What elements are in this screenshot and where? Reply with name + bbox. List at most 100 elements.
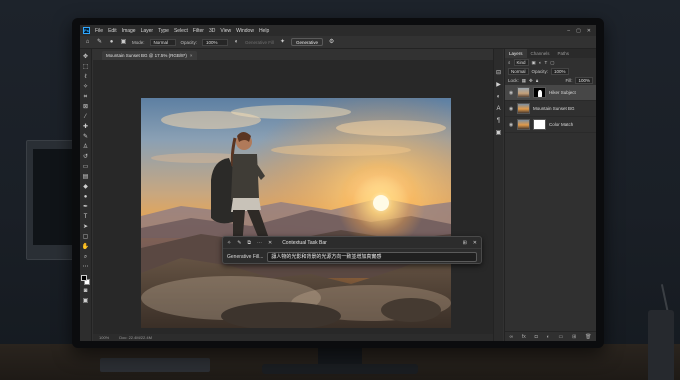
blend-mode-select[interactable]: Normal bbox=[508, 68, 529, 75]
trash-icon[interactable]: 🗑︎ bbox=[585, 334, 591, 340]
lock-position-icon[interactable]: ✥ bbox=[529, 78, 533, 84]
blur-tool-icon[interactable]: ◆ bbox=[82, 183, 90, 191]
color-swatches[interactable] bbox=[81, 275, 90, 285]
filter-kind-select[interactable]: Kind bbox=[513, 59, 529, 66]
menu-file[interactable]: File bbox=[95, 28, 103, 34]
marquee-tool-icon[interactable]: ⬚ bbox=[82, 63, 90, 71]
menu-select[interactable]: Select bbox=[174, 28, 188, 34]
layer-row-mountain-sunset[interactable]: ◉ Mountain Sunset BG bbox=[505, 101, 596, 117]
menu-help[interactable]: Help bbox=[259, 28, 269, 34]
fill-select[interactable]: 100% bbox=[575, 77, 593, 84]
layer-name[interactable]: Mountain Sunset BG bbox=[533, 106, 575, 111]
document-tab[interactable]: Mountain Sunset BG @ 17.5% (RGB/8*) × bbox=[102, 51, 197, 60]
foreground-color[interactable] bbox=[81, 275, 87, 281]
more-options-icon[interactable]: ⋯ bbox=[257, 240, 262, 246]
document-area[interactable] bbox=[93, 60, 503, 334]
filter-pixel-icon[interactable]: ▣ bbox=[532, 60, 536, 66]
gradient-tool-icon[interactable]: ▤ bbox=[82, 173, 90, 181]
copy-icon[interactable]: ⧉ bbox=[247, 240, 251, 246]
lock-all-icon[interactable]: 🔒︎ bbox=[536, 78, 538, 83]
pressure-icon[interactable]: ◐ bbox=[233, 39, 240, 46]
tab-paths[interactable]: Paths bbox=[554, 49, 574, 58]
menu-filter[interactable]: Filter bbox=[193, 28, 204, 34]
screen-mode-icon[interactable]: ▣ bbox=[82, 297, 90, 305]
type-tool-icon[interactable]: T bbox=[82, 213, 90, 221]
history-brush-icon[interactable]: ↺ bbox=[82, 153, 90, 161]
quick-mask-icon[interactable]: ◙ bbox=[82, 287, 90, 295]
play-actions-icon[interactable]: ▶ bbox=[495, 81, 503, 89]
layer-name[interactable]: Color Match bbox=[549, 122, 573, 127]
opacity-select[interactable]: 100% bbox=[202, 38, 229, 46]
airbrush-icon[interactable]: ✦ bbox=[279, 39, 286, 46]
move-tool-icon[interactable]: ✥ bbox=[82, 53, 90, 61]
brush-settings-icon[interactable]: ▣ bbox=[120, 39, 127, 46]
zoom-tool-icon[interactable]: ⌕ bbox=[82, 253, 90, 261]
menu-type[interactable]: Type bbox=[158, 28, 169, 34]
fx-icon[interactable]: fx bbox=[522, 334, 526, 340]
quick-select-tool-icon[interactable]: ✧ bbox=[82, 83, 90, 91]
layer-name[interactable]: Hiker Subject bbox=[549, 90, 576, 95]
visibility-eye-icon[interactable]: ◉ bbox=[508, 90, 514, 96]
history-panel-icon[interactable]: ⊟ bbox=[495, 69, 503, 77]
home-icon[interactable]: ⌂ bbox=[84, 39, 91, 46]
dodge-tool-icon[interactable]: ● bbox=[82, 193, 90, 201]
brush-tool-icon-left[interactable]: ✎ bbox=[82, 133, 90, 141]
shape-tool-icon[interactable]: ▢ bbox=[82, 233, 90, 241]
close-context-icon[interactable]: ✕ bbox=[473, 240, 477, 246]
brush-tool-icon[interactable]: ✎ bbox=[96, 39, 103, 46]
layer-opacity-select[interactable]: 100% bbox=[551, 68, 569, 75]
healing-tool-icon[interactable]: ✚ bbox=[82, 123, 90, 131]
brush-preset-icon[interactable]: ● bbox=[108, 39, 115, 46]
link-icon[interactable]: ∞ bbox=[509, 334, 513, 340]
layer-mask-thumbnail[interactable] bbox=[533, 87, 546, 98]
image-canvas[interactable] bbox=[141, 98, 451, 328]
more-tools-icon[interactable]: ⋯ bbox=[82, 263, 90, 271]
adjustments-panel-icon[interactable]: ◐ bbox=[495, 93, 503, 101]
folder-icon[interactable]: ▭ bbox=[558, 334, 563, 340]
tab-layers[interactable]: Layers bbox=[505, 49, 527, 58]
close-button[interactable]: ✕ bbox=[587, 28, 591, 34]
prompt-input[interactable]: 讓人物的光影和背景的光源方向一致並增加真實感 bbox=[267, 251, 477, 262]
tab-channels[interactable]: Channels bbox=[527, 49, 554, 58]
settings-icon[interactable]: ⚙ bbox=[328, 39, 335, 46]
pen-tool-icon[interactable]: ✒ bbox=[82, 203, 90, 211]
menu-view[interactable]: View bbox=[220, 28, 231, 34]
mask-icon[interactable]: ◘ bbox=[535, 334, 538, 340]
mode-select[interactable]: Normal bbox=[149, 38, 176, 46]
filter-shape-icon[interactable]: ▢ bbox=[550, 60, 554, 66]
properties-panel-icon[interactable]: ▣ bbox=[495, 129, 503, 137]
eraser-tool-icon[interactable]: ▭ bbox=[82, 163, 90, 171]
tab-close-icon[interactable]: × bbox=[190, 53, 193, 58]
frame-tool-icon[interactable]: ⊠ bbox=[82, 103, 90, 111]
visibility-eye-icon[interactable]: ◉ bbox=[508, 122, 514, 128]
dismiss-icon[interactable]: ✕ bbox=[268, 240, 272, 246]
path-select-icon[interactable]: ➤ bbox=[82, 223, 90, 231]
layer-row-hiker-subject[interactable]: ◉ Hiker Subject bbox=[505, 85, 596, 101]
lock-pixels-icon[interactable]: ▦ bbox=[522, 78, 526, 84]
layer-row-color-match[interactable]: ◉ Color Match bbox=[505, 117, 596, 133]
menu-layer[interactable]: Layer bbox=[141, 28, 154, 34]
zoom-level[interactable]: 100% bbox=[99, 334, 109, 341]
hand-tool-icon[interactable]: ✋ bbox=[82, 243, 90, 251]
filter-type-icon[interactable]: T bbox=[545, 60, 548, 65]
stamp-tool-icon[interactable]: ♙ bbox=[82, 143, 90, 151]
layer-mask-thumbnail[interactable] bbox=[533, 119, 546, 130]
character-panel-icon[interactable]: A bbox=[495, 105, 503, 113]
menu-window[interactable]: Window bbox=[236, 28, 254, 34]
menu-image[interactable]: Image bbox=[122, 28, 136, 34]
contextual-task-bar[interactable]: ✧ ✎ ⧉ ⋯ ✕ Contextual Task Bar ⊞ ✕ Genera… bbox=[222, 236, 482, 264]
adjustment-icon[interactable]: ◐ bbox=[547, 334, 550, 340]
filter-adjust-icon[interactable]: ◐ bbox=[539, 60, 542, 65]
menu-3d[interactable]: 3D bbox=[209, 28, 215, 34]
generate-icon[interactable]: ✧ bbox=[227, 240, 231, 246]
menu-edit[interactable]: Edit bbox=[108, 28, 117, 34]
lasso-tool-icon[interactable]: ℓ bbox=[82, 73, 90, 81]
maximize-button[interactable]: ▢ bbox=[576, 28, 581, 34]
crop-tool-icon[interactable]: ⌗ bbox=[82, 93, 90, 101]
paragraph-panel-icon[interactable]: ¶ bbox=[495, 117, 503, 125]
visibility-eye-icon[interactable]: ◉ bbox=[508, 106, 514, 112]
minimize-button[interactable]: – bbox=[567, 28, 570, 34]
pin-icon[interactable]: ⊞ bbox=[463, 240, 467, 246]
eyedropper-tool-icon[interactable]: ⁄ bbox=[82, 113, 90, 121]
edit-icon[interactable]: ✎ bbox=[237, 240, 241, 246]
